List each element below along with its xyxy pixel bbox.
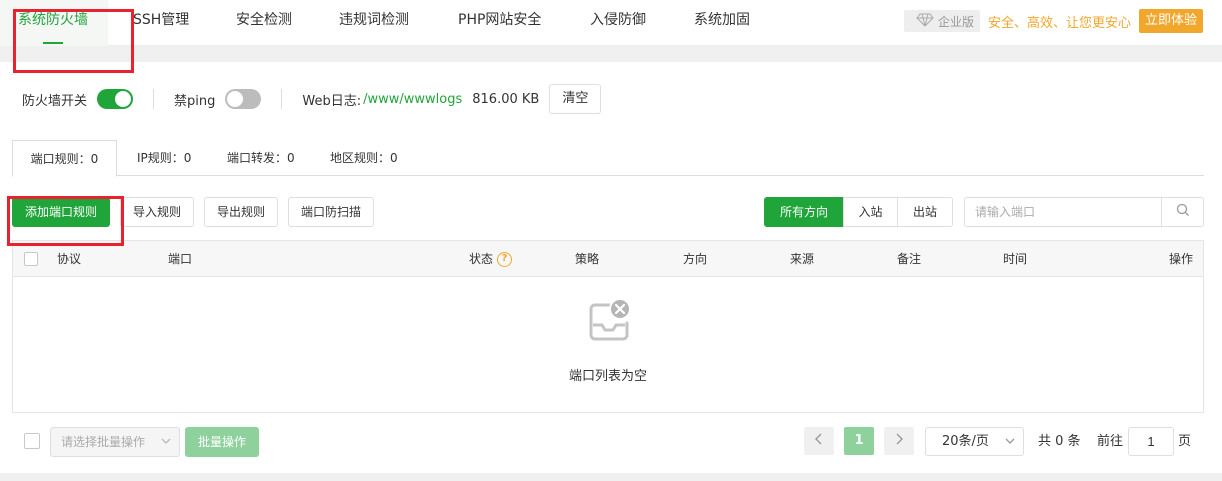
clear-log-button[interactable]: 清空 <box>549 84 602 114</box>
firewall-switch-label: 防火墙开关 <box>22 93 88 109</box>
tab-port-rules[interactable]: 端口规则：0 <box>12 140 117 177</box>
divider <box>153 89 155 109</box>
column-note: 备注 <box>897 252 922 266</box>
help-icon[interactable]: ? <box>497 252 513 267</box>
direction-out-button[interactable]: 出站 <box>897 197 953 227</box>
chevron-right-icon <box>895 433 903 449</box>
table-header: 协议 端口 状态? 策略 方向 来源 备注 时间 操作 <box>13 241 1203 277</box>
port-search-input[interactable] <box>965 198 1161 226</box>
import-rules-button[interactable]: 导入规则 <box>120 197 194 227</box>
batch-action-placeholder: 请选择批量操作 <box>61 435 146 449</box>
tab-ip-rules[interactable]: IP规则：0 <box>137 140 191 176</box>
chevron-left-icon <box>815 433 823 449</box>
tab-intrusion[interactable]: 入侵防御 <box>590 0 646 46</box>
page-size-value: 20条/页 <box>942 434 989 449</box>
search-button[interactable] <box>1161 198 1203 226</box>
settings-row: 防火墙开关 禁ping Web日志: /www/wwwlogs 816.00 K… <box>22 84 602 114</box>
column-port: 端口 <box>168 252 193 266</box>
port-scan-protection-button[interactable]: 端口防扫描 <box>288 197 374 227</box>
tab-hardening[interactable]: 系统加固 <box>694 0 750 46</box>
web-log-path-link[interactable]: /www/wwwlogs <box>363 92 462 107</box>
column-policy: 策略 <box>575 252 600 266</box>
tab-region-rules[interactable]: 地区规则：0 <box>330 140 398 176</box>
next-page-button[interactable] <box>884 427 914 455</box>
batch-action-select[interactable]: 请选择批量操作 <box>50 427 180 457</box>
try-now-button[interactable]: 立即体验 <box>1139 9 1204 33</box>
top-nav: 系统防火墙 SSH管理 安全检测 违规词检测 PHP网站安全 入侵防御 系统加固… <box>0 0 1222 46</box>
chevron-down-icon <box>1005 428 1015 465</box>
page-size-select[interactable]: 20条/页 <box>925 427 1024 456</box>
tab-system-firewall[interactable]: 系统防火墙 <box>18 0 88 46</box>
direction-filter: 所有方向 入站 出站 <box>764 197 953 227</box>
total-count: 共 0 条 <box>1038 434 1081 449</box>
ping-switch-label: 禁ping <box>174 93 216 109</box>
port-search <box>964 197 1204 227</box>
direction-all-button[interactable]: 所有方向 <box>764 197 844 227</box>
chevron-down-icon <box>161 428 171 466</box>
batch-action-button[interactable]: 批量操作 <box>185 427 259 457</box>
footer-select-checkbox[interactable] <box>24 433 40 449</box>
page-suffix-label: 页 <box>1178 434 1192 449</box>
rule-tabs: 端口规则：0 IP规则：0 端口转发：0 地区规则：0 <box>12 140 1204 177</box>
prev-page-button[interactable] <box>804 427 834 455</box>
firewall-panel: 防火墙开关 禁ping Web日志: /www/wwwlogs 816.00 K… <box>0 62 1222 473</box>
port-rules-table: 协议 端口 状态? 策略 方向 来源 备注 时间 操作 端口列表为空 <box>12 240 1204 413</box>
divider <box>281 89 283 109</box>
tab-word-check[interactable]: 违规词检测 <box>339 0 409 46</box>
vip-slogan: 安全、高效、让您更安心 <box>988 15 1132 31</box>
direction-in-button[interactable]: 入站 <box>843 197 898 227</box>
ping-switch[interactable] <box>225 89 262 109</box>
web-log-label: Web日志: <box>302 93 362 109</box>
active-tab-indicator <box>43 42 63 44</box>
goto-label: 前往 <box>1097 434 1124 449</box>
column-direction: 方向 <box>683 252 708 266</box>
column-actions: 操作 <box>1169 252 1194 266</box>
vip-badge-label: 企业版 <box>938 14 975 29</box>
column-status-label: 状态 <box>469 252 494 266</box>
diamond-icon <box>916 13 938 30</box>
column-time: 时间 <box>1003 252 1028 266</box>
export-rules-button[interactable]: 导出规则 <box>204 197 278 227</box>
add-port-rule-button[interactable]: 添加端口规则 <box>12 197 110 227</box>
tab-ssh[interactable]: SSH管理 <box>133 0 189 46</box>
column-source: 来源 <box>790 252 815 266</box>
tab-port-forward[interactable]: 端口转发：0 <box>227 140 295 176</box>
web-log-size: 816.00 KB <box>472 91 540 107</box>
goto-page-input[interactable] <box>1128 427 1174 456</box>
tab-security-check[interactable]: 安全检测 <box>236 0 292 46</box>
column-protocol: 协议 <box>57 252 82 266</box>
column-status: 状态? <box>469 241 513 277</box>
empty-state-text: 端口列表为空 <box>568 369 647 384</box>
page-number-current[interactable]: 1 <box>844 427 874 455</box>
empty-inbox-icon <box>585 297 633 351</box>
vip-badge: 企业版 <box>904 10 981 32</box>
vip-promo: 企业版 安全、高效、让您更安心 立即体验 <box>904 9 1204 33</box>
tab-php-security[interactable]: PHP网站安全 <box>458 0 541 46</box>
search-icon <box>1176 203 1190 221</box>
firewall-switch[interactable] <box>97 89 134 109</box>
select-all-checkbox[interactable] <box>24 252 38 266</box>
